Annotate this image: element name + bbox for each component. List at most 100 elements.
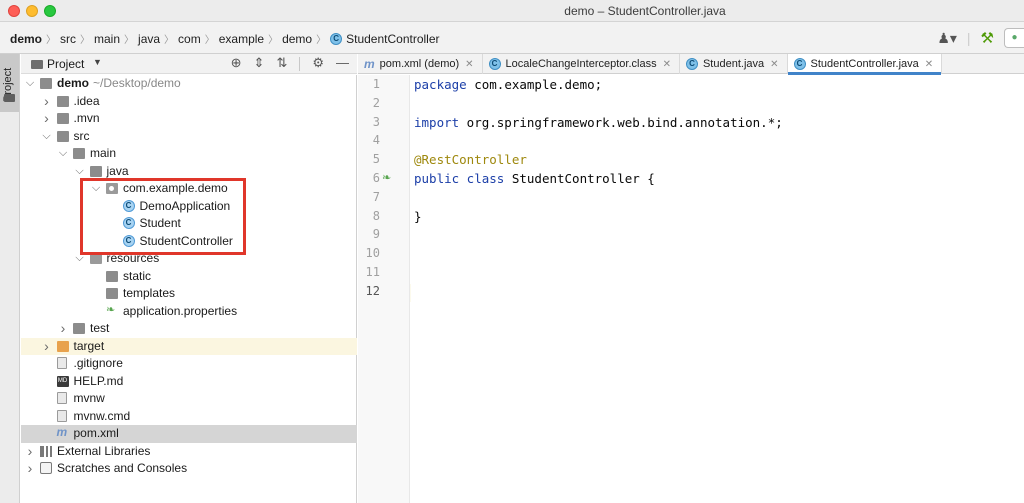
chevron-down-icon[interactable]: ⌵ (25, 75, 35, 92)
tree-item[interactable]: › External Libraries (21, 443, 357, 461)
spring-bean-icon[interactable]: ❧ (382, 171, 391, 184)
chevron-right-icon: 〉 (46, 35, 57, 46)
tree-item-text: application.properties (123, 303, 238, 318)
tree-item-label: Student (140, 215, 181, 232)
chevron-right-icon: 〉 (164, 35, 175, 46)
chevron-down-icon[interactable]: ⌵ (75, 250, 85, 267)
chevron-down-icon[interactable]: ⌵ (42, 128, 52, 145)
tree-item-label: .mvn (74, 110, 100, 127)
tree-item[interactable]: mvnw (21, 390, 357, 408)
chevron-right-icon[interactable]: › (58, 320, 68, 337)
expand-all-icon[interactable]: ⇕ (254, 55, 265, 71)
maven-icon: m (364, 57, 375, 71)
collapse-all-icon[interactable]: ⇅ (276, 55, 287, 71)
tree-item[interactable]: mvnw.cmd (21, 408, 357, 426)
tree-item[interactable]: C DemoApplication (21, 198, 357, 216)
editor-tab[interactable]: m pom.xml (demo) ✕ (358, 54, 483, 74)
folder-icon (73, 148, 85, 159)
tree-item[interactable]: C StudentController (21, 233, 357, 251)
tree-item[interactable]: ⌵ java (21, 163, 357, 181)
line-number: 11 (365, 265, 380, 279)
close-icon[interactable]: ✕ (465, 59, 473, 70)
tree-item[interactable]: templates (21, 285, 357, 303)
tree-item-label: static (123, 268, 151, 285)
chevron-down-icon[interactable]: ⌵ (58, 145, 68, 162)
properties-icon: ❧ (106, 303, 116, 316)
chevron-right-icon[interactable]: › (25, 460, 35, 477)
build-hammer-icon[interactable]: ⚒ (981, 29, 994, 47)
chevron-right-icon: 〉 (316, 35, 327, 46)
close-icon[interactable]: ✕ (925, 59, 933, 70)
tree-item[interactable]: ⌵ main (21, 145, 357, 163)
project-view-selector[interactable]: Project (47, 57, 84, 71)
gear-icon[interactable]: ⚙ (312, 55, 324, 71)
tree-item[interactable]: ⌵ src (21, 128, 357, 146)
code-token: package (414, 77, 467, 92)
tree-item[interactable]: .gitignore (21, 355, 357, 373)
line-number: 5 (372, 152, 380, 167)
user-icon[interactable]: ♟▾ (937, 30, 957, 47)
project-tree: ⌵ demo ~/Desktop/demo › .idea › .mvn ⌵ src ⌵ main ⌵… (21, 75, 357, 503)
spring-class-icon: C (122, 199, 135, 212)
tree-item[interactable]: static (21, 268, 357, 286)
excluded-folder-icon (56, 340, 69, 352)
chevron-down-icon[interactable]: ⌵ (75, 163, 85, 180)
tree-item[interactable]: ❧ application.properties (21, 303, 357, 321)
tree-item[interactable]: › .mvn (21, 110, 357, 128)
project-tool-tab[interactable]: Project (0, 54, 19, 112)
tab-label: pom.xml (demo) (379, 58, 460, 70)
window-title: demo – StudentController.java (564, 4, 726, 18)
tree-item[interactable]: › target (21, 337, 357, 355)
breadcrumb-item[interactable]: demo (282, 32, 312, 46)
breadcrumb-item[interactable]: main (94, 32, 120, 46)
code-token: StudentController { (504, 171, 655, 186)
tree-item-text: com.example.demo (123, 181, 228, 195)
tree-item[interactable]: ⌵ resources (21, 250, 357, 268)
hide-panel-icon[interactable]: — (336, 55, 349, 71)
breadcrumb-item[interactable]: StudentController (346, 32, 439, 46)
run-configuration-selector[interactable]: ● (1004, 28, 1024, 48)
locate-target-icon[interactable]: ⊕ (231, 55, 242, 71)
breadcrumb-item[interactable]: com (178, 32, 201, 46)
line-number: 8 (372, 208, 380, 223)
tree-item[interactable]: m pom.xml (21, 425, 357, 443)
editor-tab[interactable]: C StudentController.java ✕ (787, 54, 943, 75)
editor-tab[interactable]: C LocaleChangeInterceptor.class ✕ (483, 54, 680, 74)
line-number-gutter[interactable]: 1 2 3 4 5 6 ❧ 7 8 9 10 11 12 (358, 75, 410, 503)
tree-item[interactable]: C Student (21, 215, 357, 233)
tree-item-text: HELP.md (73, 373, 124, 388)
breadcrumb-item[interactable]: src (60, 32, 76, 46)
breadcrumb-item[interactable]: demo (10, 32, 42, 46)
chevron-right-icon[interactable]: › (25, 443, 35, 460)
line-number: 1 (372, 77, 380, 91)
tree-item[interactable]: › Scratches and Consoles (21, 460, 357, 478)
folder-icon (73, 323, 85, 334)
chevron-right-icon[interactable]: › (42, 93, 52, 110)
chevron-down-icon[interactable]: ⌵ (91, 180, 101, 197)
file-icon (56, 409, 67, 422)
close-icon[interactable]: ✕ (663, 59, 671, 70)
editor-tab[interactable]: C Student.java ✕ (680, 54, 788, 74)
tree-item[interactable]: MD HELP.md (21, 373, 357, 391)
chevron-right-icon[interactable]: › (42, 338, 52, 355)
folder-icon (40, 78, 52, 89)
code-editor[interactable]: package com.example.demo; import org.spri… (411, 75, 1024, 503)
breadcrumb-item[interactable]: example (219, 32, 264, 46)
chevron-down-icon[interactable]: ▼ (93, 57, 102, 67)
tree-item[interactable]: › test (21, 320, 357, 338)
folder-icon (56, 130, 69, 142)
breadcrumb-item[interactable]: java (138, 32, 160, 46)
code-line: public class StudentController { (414, 171, 655, 186)
tree-item-text: .gitignore (73, 356, 123, 370)
tree-item-text: mvnw.cmd (73, 408, 131, 423)
chevron-right-icon[interactable]: › (42, 110, 52, 127)
tree-item[interactable]: › .idea (21, 93, 357, 111)
tool-window-strip: Project (0, 54, 20, 503)
tree-item-label: DemoApplication (140, 198, 231, 215)
tree-item[interactable]: ⌵ demo ~/Desktop/demo (21, 75, 357, 93)
close-icon[interactable]: ✕ (770, 59, 778, 70)
tree-item[interactable]: ⌵ com.example.demo (21, 180, 357, 198)
tree-item-label: .idea (74, 93, 100, 110)
class-icon: C (793, 58, 806, 70)
tree-item-text: DemoApplication (139, 198, 231, 213)
